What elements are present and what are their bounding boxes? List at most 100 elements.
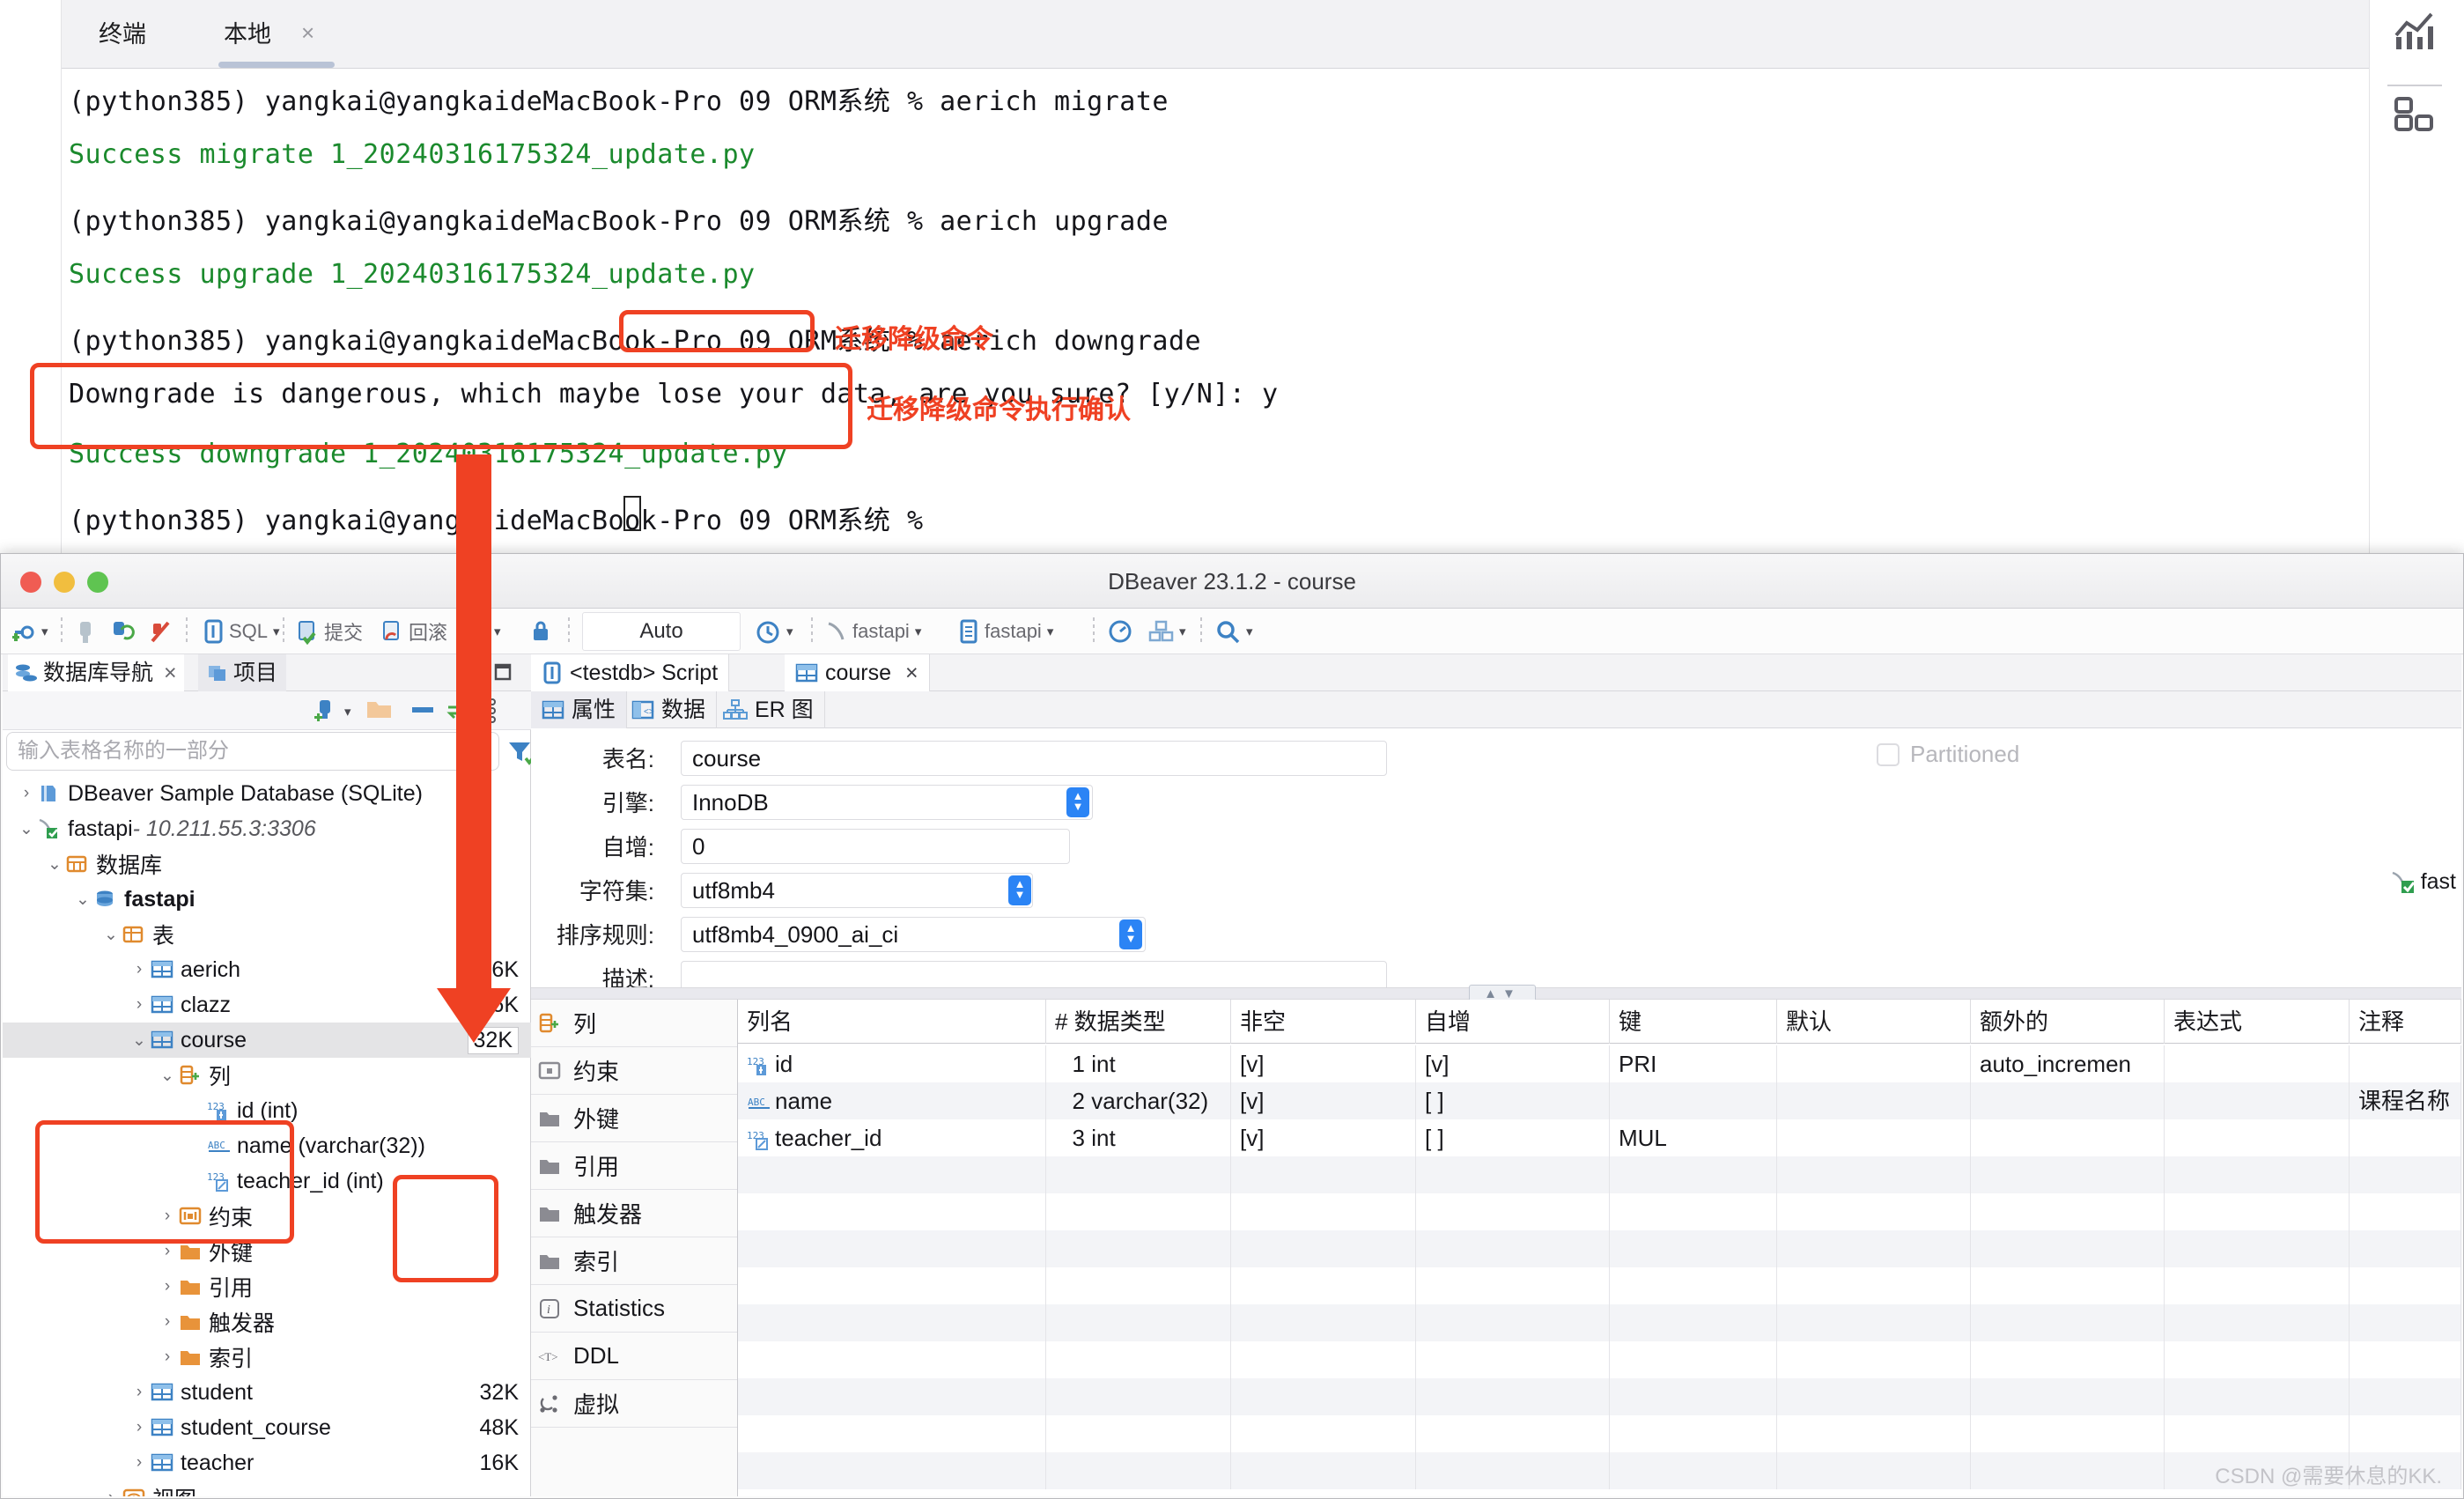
section-item-外键[interactable]: 外键 bbox=[531, 1095, 737, 1142]
table-row[interactable] bbox=[738, 1452, 2461, 1489]
grid-cell[interactable]: [ ] bbox=[1416, 1119, 1610, 1156]
grid-cell[interactable] bbox=[1610, 1082, 1777, 1119]
grid-cell-empty[interactable] bbox=[1046, 1156, 1231, 1193]
tab-database-navigator[interactable]: 数据库导航 × bbox=[8, 654, 184, 691]
table-row[interactable] bbox=[738, 1230, 2461, 1267]
grid-cell-empty[interactable] bbox=[2350, 1230, 2461, 1267]
engine-stepper-icon[interactable]: ▲ ▼ bbox=[1066, 787, 1089, 817]
grid-cell-empty[interactable] bbox=[1046, 1193, 1231, 1230]
grid-cell-empty[interactable] bbox=[1046, 1304, 1231, 1341]
grid-cell-empty[interactable] bbox=[1777, 1341, 1971, 1378]
tree-item-teacher_idint[interactable]: 123 teacher_id (int) bbox=[3, 1163, 531, 1199]
grid-cell-empty[interactable] bbox=[1610, 1415, 1777, 1452]
tree-twisty-icon[interactable]: › bbox=[156, 1277, 179, 1296]
grid-cell-empty[interactable] bbox=[2350, 1267, 2461, 1304]
chevron-down-icon[interactable]: ▾ bbox=[494, 624, 501, 639]
disconnect-button[interactable] bbox=[73, 614, 98, 649]
partitioned-checkbox[interactable]: Partitioned bbox=[1877, 741, 2019, 768]
grid-cell-empty[interactable] bbox=[1777, 1378, 1971, 1415]
grid-cell[interactable]: [v] bbox=[1231, 1045, 1416, 1082]
search-input[interactable] bbox=[6, 732, 499, 771]
grid-cell-empty[interactable] bbox=[1971, 1156, 2165, 1193]
grid-cell-empty[interactable] bbox=[1777, 1415, 1971, 1452]
chevron-down-icon[interactable]: ▾ bbox=[915, 624, 922, 639]
tree-twisty-icon[interactable]: › bbox=[128, 995, 151, 1015]
table-row[interactable] bbox=[738, 1267, 2461, 1304]
tree-item-[interactable]: › 引用 bbox=[3, 1269, 531, 1304]
grid-cell-empty[interactable] bbox=[1231, 1156, 1416, 1193]
grid-header-5[interactable]: 默认 bbox=[1777, 1000, 1971, 1044]
new-sql-editor-button[interactable]: SQL ▾ bbox=[202, 614, 280, 649]
grid-cell-empty[interactable] bbox=[1046, 1415, 1231, 1452]
grid-cell-empty[interactable] bbox=[2165, 1230, 2350, 1267]
tree-twisty-icon[interactable]: ⌄ bbox=[128, 1030, 151, 1051]
grid-cell-empty[interactable] bbox=[2165, 1193, 2350, 1230]
tree-twisty-icon[interactable]: ⌄ bbox=[100, 925, 122, 945]
grid-cell[interactable]: [ ] bbox=[1416, 1082, 1610, 1119]
tab-properties[interactable]: 属性 bbox=[531, 691, 628, 728]
grid-cell-empty[interactable] bbox=[2350, 1304, 2461, 1341]
grid-cell-empty[interactable] bbox=[1777, 1230, 1971, 1267]
grid-cell-empty[interactable] bbox=[1610, 1230, 1777, 1267]
grid-cell-empty[interactable] bbox=[738, 1452, 1046, 1489]
grid-header-1[interactable]: # 数据类型 bbox=[1046, 1000, 1231, 1044]
terminal-tab-local[interactable]: 本地 bbox=[211, 12, 284, 56]
grid-cell-empty[interactable] bbox=[1416, 1415, 1610, 1452]
grid-cell-empty[interactable] bbox=[1231, 1230, 1416, 1267]
grid-cell-empty[interactable] bbox=[1971, 1230, 2165, 1267]
grid-cell[interactable]: 2 varchar(32) bbox=[1046, 1082, 1231, 1119]
grid-cell-empty[interactable] bbox=[738, 1378, 1046, 1415]
columns-grid[interactable]: 列名 # 数据类型 非空 自增键默认 额外的 表达式 注释 123 id 1 int [v] [v]… bbox=[738, 1000, 2461, 1496]
grid-cell[interactable]: MUL bbox=[1610, 1119, 1777, 1156]
table-row[interactable] bbox=[738, 1341, 2461, 1378]
table-name-input[interactable]: course bbox=[681, 741, 1387, 776]
grid-cell-empty[interactable] bbox=[1777, 1304, 1971, 1341]
grid-cell-empty[interactable] bbox=[1231, 1452, 1416, 1489]
grid-cell[interactable] bbox=[1777, 1119, 1971, 1156]
disconnect-all-button[interactable] bbox=[147, 614, 173, 649]
grid-cell-empty[interactable] bbox=[1046, 1267, 1231, 1304]
section-item-触发器[interactable]: 触发器 bbox=[531, 1190, 737, 1237]
transaction-log-button[interactable]: ▾ bbox=[755, 614, 793, 649]
charset-stepper-icon[interactable]: ▲ ▼ bbox=[1008, 875, 1031, 905]
grid-cell-empty[interactable] bbox=[2350, 1193, 2461, 1230]
grid-header-7[interactable]: 表达式 bbox=[2165, 1000, 2350, 1044]
chevron-down-icon[interactable]: ▾ bbox=[344, 704, 351, 720]
collation-select[interactable]: utf8mb4_0900_ai_ci bbox=[681, 917, 1146, 952]
grid-header-8[interactable]: 注释 bbox=[2350, 1000, 2461, 1044]
tree-item-[interactable]: ⌄ 数据库 bbox=[3, 846, 531, 882]
terminal-output[interactable]: (python385) yangkai@yangkaideMacBook-Pro… bbox=[62, 69, 2369, 564]
grid-cell-empty[interactable] bbox=[1231, 1415, 1416, 1452]
grid-cell[interactable]: PRI bbox=[1610, 1045, 1777, 1082]
new-folder-icon[interactable] bbox=[365, 697, 394, 723]
grid-cell[interactable] bbox=[2350, 1045, 2461, 1082]
grid-cell-empty[interactable] bbox=[2350, 1156, 2461, 1193]
tree-twisty-icon[interactable]: › bbox=[128, 960, 151, 979]
right-edge-connection-label[interactable]: fast bbox=[2391, 869, 2456, 895]
auto-increment-input[interactable]: 0 bbox=[681, 829, 1070, 864]
grid-cell[interactable] bbox=[2165, 1119, 2350, 1156]
tree-item-[interactable]: › 触发器 bbox=[3, 1304, 531, 1340]
transaction-auto-select[interactable]: Auto bbox=[582, 612, 741, 651]
grid-cell[interactable]: 1 int bbox=[1046, 1045, 1231, 1082]
section-item-列[interactable]: 列 bbox=[531, 1000, 737, 1047]
tree-item-[interactable]: ⌄ 表 bbox=[3, 917, 531, 952]
table-row[interactable] bbox=[738, 1378, 2461, 1415]
collapse-all-icon[interactable] bbox=[409, 700, 438, 720]
section-item-虚拟[interactable]: 虚拟 bbox=[531, 1380, 737, 1428]
tree-twisty-icon[interactable]: › bbox=[156, 1207, 179, 1226]
grid-cell-empty[interactable] bbox=[2165, 1156, 2350, 1193]
maximize-panel-icon[interactable] bbox=[492, 663, 513, 681]
grid-cell[interactable] bbox=[2350, 1119, 2461, 1156]
grid-cell-empty[interactable] bbox=[1777, 1193, 1971, 1230]
grid-cell-empty[interactable] bbox=[2165, 1341, 2350, 1378]
grid-cell-empty[interactable] bbox=[1971, 1378, 2165, 1415]
grid-cell[interactable] bbox=[2165, 1082, 2350, 1119]
tree-item-student[interactable]: › student 32K bbox=[3, 1375, 531, 1410]
tree-twisty-icon[interactable]: › bbox=[15, 784, 38, 803]
tree-twisty-icon[interactable]: ⌄ bbox=[71, 890, 94, 910]
section-item-约束[interactable]: 约束 bbox=[531, 1047, 737, 1095]
tree-twisty-icon[interactable]: › bbox=[128, 1418, 151, 1437]
tree-item-fastapi[interactable]: ⌄ fastapi bbox=[3, 882, 531, 917]
tree-item-[interactable]: › 视图 bbox=[3, 1481, 531, 1496]
